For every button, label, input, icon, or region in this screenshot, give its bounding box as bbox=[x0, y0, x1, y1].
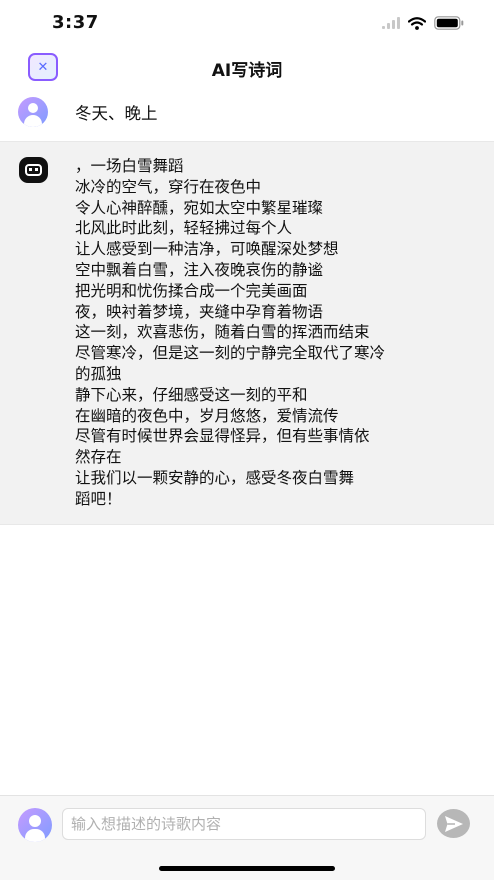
poem-line: 尽管有时候世界会显得怪异，但有些事情依 bbox=[75, 427, 370, 446]
user-message-text: 冬天、晚上 bbox=[75, 104, 158, 123]
poem-line: 冰冷的空气，穿行在夜色中 bbox=[75, 177, 262, 196]
screen: 3:37 ✕ AI写诗词 冬天、晚上 ，一场白雪舞蹈 冰冷的空气，穿行在夜色中 … bbox=[0, 0, 494, 880]
home-indicator bbox=[159, 866, 335, 871]
status-icons bbox=[382, 14, 464, 32]
bot-avatar-icon bbox=[19, 157, 48, 183]
battery-icon bbox=[434, 16, 464, 30]
poem-line: 北风此时此刻，轻轻拂过每个人 bbox=[75, 219, 293, 238]
wifi-icon bbox=[408, 16, 426, 30]
poem-line: 这一刻，欢喜悲伤，随着白雪的挥洒而结束 bbox=[75, 323, 370, 342]
poem-line: 静下心来，仔细感受这一刻的平和 bbox=[75, 385, 308, 404]
poem-line: 让人感受到一种洁净，可唤醒深处梦想 bbox=[75, 240, 339, 259]
status-time: 3:37 bbox=[52, 12, 99, 33]
poem-line: 夜，映衬着梦境，夹缝中孕育着物语 bbox=[75, 302, 324, 321]
poem-line: 的孤独 bbox=[75, 364, 122, 383]
poem-line: 尽管寒冷，但是这一刻的宁静完全取代了寒冷 bbox=[75, 344, 386, 363]
user-message: 冬天、晚上 bbox=[0, 88, 494, 140]
poem-line: 空中飘着白雪，注入夜晚哀伤的静谧 bbox=[75, 260, 324, 279]
poem-prompt-input[interactable] bbox=[62, 808, 426, 840]
poem-text: ，一场白雪舞蹈 冰冷的空气，穿行在夜色中 令人心神醉醺，宛如太空中繁星璀璨 北风… bbox=[75, 156, 479, 510]
poem-line: 然存在 bbox=[75, 448, 122, 467]
poem-line: 在幽暗的夜色中，岁月悠悠，爱情流传 bbox=[75, 406, 339, 425]
poem-line: 让我们以一颗安静的心，感受冬夜白雪舞 bbox=[75, 468, 355, 487]
poem-line: 蹈吧！ bbox=[75, 489, 122, 508]
user-avatar-icon bbox=[18, 808, 52, 842]
ai-message: ，一场白雪舞蹈 冰冷的空气，穿行在夜色中 令人心神醉醺，宛如太空中繁星璀璨 北风… bbox=[0, 141, 494, 525]
page-title: AI写诗词 bbox=[211, 61, 283, 81]
user-avatar-icon bbox=[18, 97, 48, 127]
nav-bar: ✕ AI写诗词 bbox=[0, 46, 494, 88]
send-button[interactable] bbox=[437, 809, 470, 838]
poem-line: ，一场白雪舞蹈 bbox=[75, 157, 184, 175]
signal-icon bbox=[382, 17, 400, 29]
poem-line: 令人心神醉醺，宛如太空中繁星璀璨 bbox=[75, 198, 324, 217]
status-bar: 3:37 bbox=[0, 0, 494, 46]
poem-line: 把光明和忧伤揉合成一个完美画面 bbox=[75, 281, 308, 300]
send-icon bbox=[444, 815, 463, 832]
